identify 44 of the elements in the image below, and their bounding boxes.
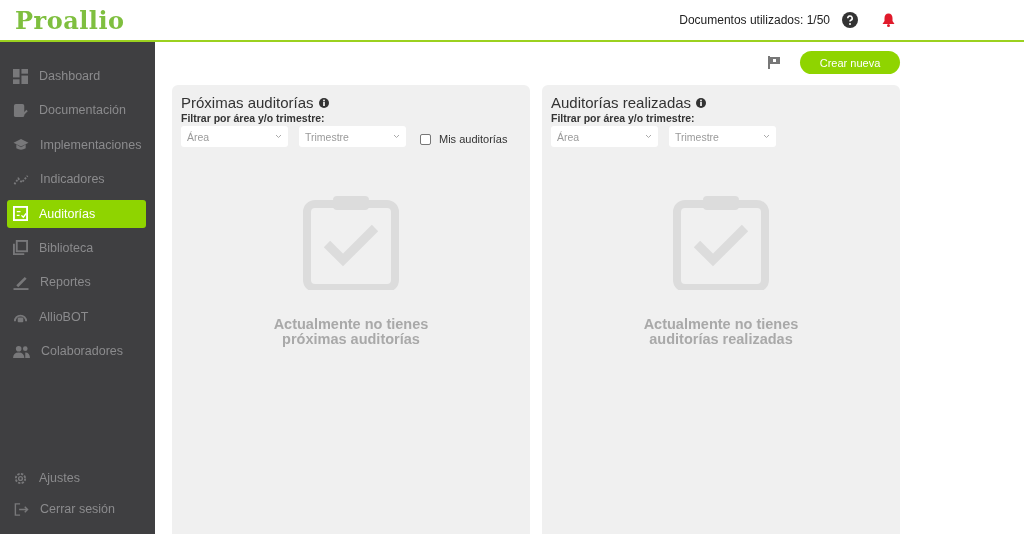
gear-icon (13, 470, 28, 486)
pencil-icon (13, 274, 29, 290)
info-icon[interactable] (696, 97, 707, 108)
filter-label: Filtrar por área y/o trimestre: (551, 112, 696, 124)
document-icon (13, 102, 28, 118)
help-icon[interactable] (842, 12, 858, 28)
chevron-down-icon (645, 134, 652, 139)
notification-bell-icon[interactable] (882, 13, 895, 27)
nav-item[interactable]: Auditorías (7, 199, 146, 228)
create-button[interactable]: Crear nueva (800, 51, 900, 74)
nav-item[interactable]: Cerrar sesión (7, 495, 146, 523)
checklist-icon (13, 206, 28, 222)
panel-title: Auditorías realizadas (551, 94, 692, 111)
empty-state-message: Actualmente no tienes auditorías realizadas (642, 317, 800, 347)
graduation-cap-icon (13, 137, 29, 153)
dropdown[interactable]: Trimestre (669, 126, 776, 147)
dropdown[interactable]: Área (551, 126, 658, 147)
nav-item[interactable]: Ajustes (7, 464, 146, 492)
checkbox[interactable] (420, 133, 431, 145)
dropdown[interactable]: Trimestre (299, 126, 406, 147)
flag-icon[interactable] (768, 56, 780, 69)
empty-state-message: Actualmente no tienes próximas auditorías (272, 317, 430, 347)
nav-item[interactable]: AllioBOT (7, 302, 146, 331)
checkbox-label[interactable]: Mis auditorías (439, 133, 508, 145)
nav-item[interactable]: Indicadores (7, 165, 146, 194)
nav-item[interactable]: Documentación (7, 96, 146, 125)
chevron-down-icon (393, 134, 400, 139)
people-icon (13, 343, 30, 359)
panel-title: Próximas auditorías (181, 94, 314, 111)
info-icon[interactable] (318, 97, 329, 108)
dashboard-icon (13, 68, 28, 84)
logo: Proallio (15, 5, 125, 35)
usage-counter: Documentos utilizados: 1/50 (679, 13, 830, 27)
nav-item[interactable]: Dashboard (7, 62, 146, 90)
logout-icon (13, 501, 29, 517)
nav-item[interactable]: Biblioteca (7, 233, 146, 262)
dropdown[interactable]: Área (181, 126, 288, 147)
book-stack-icon (13, 240, 28, 256)
nav-item[interactable]: Colaboradores (7, 337, 146, 366)
chevron-down-icon (763, 134, 770, 139)
chevron-down-icon (275, 134, 282, 139)
nav-item[interactable]: Reportes (7, 268, 146, 297)
filter-label: Filtrar por área y/o trimestre: (181, 112, 326, 124)
nav-item[interactable]: Implementaciones (7, 130, 146, 159)
